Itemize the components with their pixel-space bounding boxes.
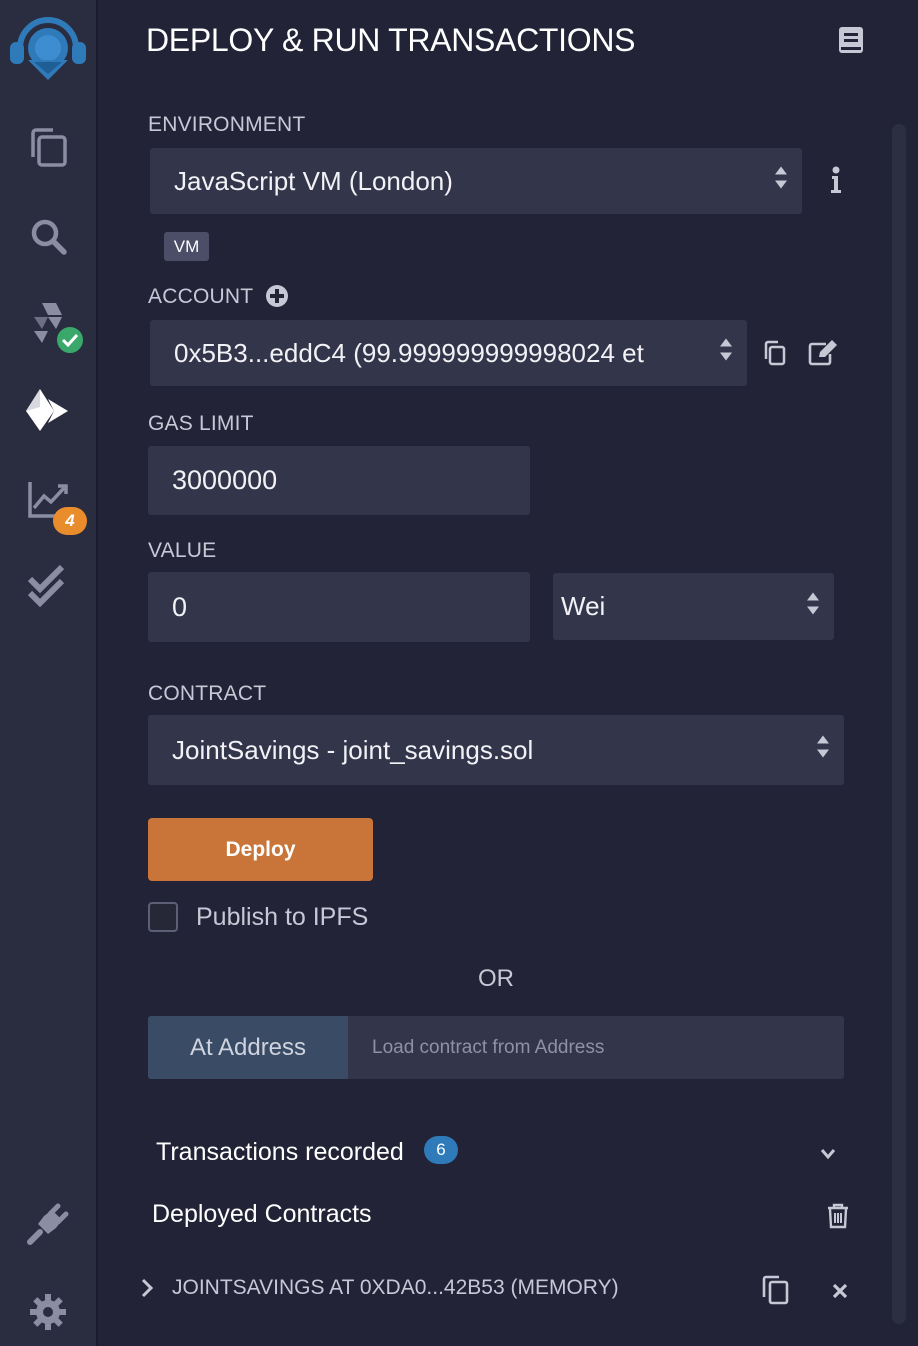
add-account-icon[interactable] bbox=[265, 284, 289, 313]
account-value: 0x5B3...eddC4 (99.999999999998024 et bbox=[174, 337, 644, 368]
search-icon[interactable] bbox=[0, 214, 96, 258]
select-arrows-icon bbox=[816, 734, 830, 767]
select-arrows-icon bbox=[806, 590, 820, 623]
deploy-button[interactable]: Deploy bbox=[148, 818, 373, 881]
at-address-button[interactable]: At Address bbox=[148, 1016, 348, 1079]
deployed-contract-item[interactable]: JOINTSAVINGS AT 0XDA0...42B53 (MEMORY) bbox=[140, 1276, 619, 1300]
analysis-badge: 4 bbox=[53, 507, 87, 535]
page-title: DEPLOY & RUN TRANSACTIONS bbox=[146, 22, 636, 58]
panel-scrollbar[interactable] bbox=[892, 124, 906, 1324]
at-address-group: At Address Load contract from Address bbox=[148, 1016, 844, 1079]
contract-select[interactable]: JointSavings - joint_savings.sol bbox=[148, 715, 844, 785]
value-label: VALUE bbox=[148, 539, 217, 562]
environment-value: JavaScript VM (London) bbox=[174, 165, 453, 196]
unit-testing-icon[interactable] bbox=[0, 564, 96, 608]
deploy-run-icon[interactable] bbox=[0, 386, 96, 434]
select-arrows-icon bbox=[774, 165, 788, 198]
gas-limit-label: GAS LIMIT bbox=[148, 412, 254, 435]
transactions-recorded-label[interactable]: Transactions recorded bbox=[156, 1138, 404, 1167]
copy-account-icon[interactable] bbox=[762, 340, 786, 371]
or-divider: OR bbox=[478, 965, 514, 992]
publish-ipfs-label: Publish to IPFS bbox=[196, 903, 369, 931]
deploy-run-panel: DEPLOY & RUN TRANSACTIONS ENVIRONMENT Ja… bbox=[98, 0, 918, 1346]
copy-address-icon[interactable] bbox=[760, 1274, 790, 1311]
at-address-input[interactable]: Load contract from Address bbox=[372, 1016, 604, 1079]
value-unit: Wei bbox=[561, 591, 606, 621]
contract-value: JointSavings - joint_savings.sol bbox=[172, 734, 534, 765]
icon-sidebar: 4 bbox=[0, 0, 98, 1346]
documentation-book-icon[interactable] bbox=[838, 26, 864, 59]
environment-label: ENVIRONMENT bbox=[148, 113, 306, 136]
close-icon[interactable] bbox=[832, 1283, 848, 1304]
account-select[interactable]: 0x5B3...eddC4 (99.999999999998024 et bbox=[150, 320, 747, 386]
deployed-contract-name: JOINTSAVINGS AT 0XDA0...42B53 (MEMORY) bbox=[172, 1276, 619, 1299]
select-arrows-icon bbox=[719, 337, 733, 370]
edit-account-icon[interactable] bbox=[808, 340, 838, 371]
chevron-down-icon[interactable] bbox=[820, 1147, 836, 1165]
vm-badge: VM bbox=[164, 232, 209, 261]
value-unit-select[interactable]: Wei bbox=[553, 573, 834, 640]
trash-icon[interactable] bbox=[827, 1203, 849, 1234]
transactions-count-badge: 6 bbox=[424, 1136, 458, 1164]
plugin-manager-icon[interactable] bbox=[0, 1200, 96, 1248]
gas-limit-input[interactable]: 3000000 bbox=[148, 446, 530, 515]
contract-label: CONTRACT bbox=[148, 682, 267, 705]
environment-info-icon[interactable] bbox=[830, 166, 842, 199]
file-explorer-icon[interactable] bbox=[0, 124, 96, 170]
remix-logo-icon[interactable] bbox=[0, 6, 96, 84]
settings-gear-icon[interactable] bbox=[0, 1290, 96, 1334]
deployed-contracts-label: Deployed Contracts bbox=[152, 1200, 372, 1228]
compile-success-icon bbox=[54, 324, 86, 356]
chevron-right-icon[interactable] bbox=[140, 1278, 154, 1298]
publish-ipfs-checkbox[interactable] bbox=[148, 902, 178, 932]
account-label: ACCOUNT bbox=[148, 285, 254, 308]
environment-select[interactable]: JavaScript VM (London) bbox=[150, 148, 802, 214]
value-input[interactable]: 0 bbox=[148, 572, 530, 642]
